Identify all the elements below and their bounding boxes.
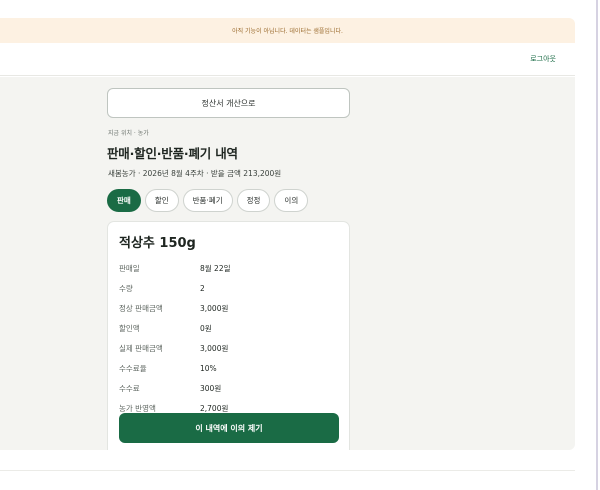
detail-value: 10%	[200, 363, 217, 373]
detail-row: 할인액 0원	[119, 318, 339, 338]
logout-link[interactable]: 로그아웃	[530, 54, 556, 64]
app-header: 로그아웃	[0, 43, 575, 76]
detail-key: 실제 판매금액	[119, 343, 163, 353]
item-title: 적상추 150g	[119, 236, 196, 251]
detail-list: 판매일 8월 22일 수량 2 정상 판매금액 3,000원 할인액 0원 실제 판매금…	[119, 258, 339, 418]
detail-key: 수수료	[119, 383, 140, 393]
window-edge	[596, 0, 598, 490]
detail-row: 실제 판매금액 3,000원	[119, 338, 339, 358]
detail-value: 0원	[200, 323, 212, 333]
raise-dispute-button[interactable]: 이 내역에 이의 제기	[119, 413, 339, 443]
category-tabs: 판매 할인 반품·폐기 정정 이의	[107, 189, 309, 212]
tab-dispute[interactable]: 이의	[274, 189, 309, 212]
detail-key: 수량	[119, 283, 133, 293]
detail-row: 정상 판매금액 3,000원	[119, 298, 339, 318]
tab-return-disposal[interactable]: 반품·폐기	[182, 189, 233, 212]
detail-key: 수수료율	[119, 363, 147, 373]
detail-value: 8월 22일	[200, 263, 231, 273]
detail-row: 판매일 8월 22일	[119, 258, 339, 278]
footer-divider	[0, 470, 575, 471]
detail-value: 2	[200, 283, 205, 293]
banner-text: 아직 기능이 아닙니다. 데이터는 샘플입니다.	[232, 28, 343, 35]
detail-key: 판매일	[119, 263, 140, 273]
detail-value: 2,700원	[200, 403, 229, 413]
page-title: 판매·할인·반품·폐기 내역	[107, 146, 238, 161]
detail-key: 정상 판매금액	[119, 303, 163, 313]
page-subtitle: 새봄농가 · 2026년 8월 4주차 · 받을 금액 213,200원	[108, 169, 282, 178]
detail-row: 수량 2	[119, 278, 339, 298]
detail-row: 수수료율 10%	[119, 358, 339, 378]
top-spacer	[0, 0, 575, 18]
sample-data-banner: 아직 기능이 아닙니다. 데이터는 샘플입니다.	[0, 18, 575, 43]
back-to-statement-button[interactable]: 정산서 개산으로	[107, 88, 350, 118]
tab-sales[interactable]: 판매	[107, 189, 141, 212]
tab-correction[interactable]: 정정	[236, 189, 271, 212]
detail-key: 농가 반영액	[119, 403, 156, 413]
detail-row: 수수료 300원	[119, 378, 339, 398]
breadcrumb: 지금 위치 · 농가	[108, 130, 149, 137]
tab-discount[interactable]: 할인	[144, 189, 179, 212]
detail-value: 3,000원	[200, 303, 229, 313]
sale-detail-card: 적상추 150g 판매일 8월 22일 수량 2 정상 판매금액 3,000원 할인액…	[107, 221, 350, 450]
detail-value: 300원	[200, 383, 222, 393]
detail-value: 3,000원	[200, 343, 229, 353]
detail-key: 할인액	[119, 323, 140, 333]
app-window: 아직 기능이 아닙니다. 데이터는 샘플입니다. 로그아웃 정산서 개산으로 지…	[0, 0, 600, 490]
